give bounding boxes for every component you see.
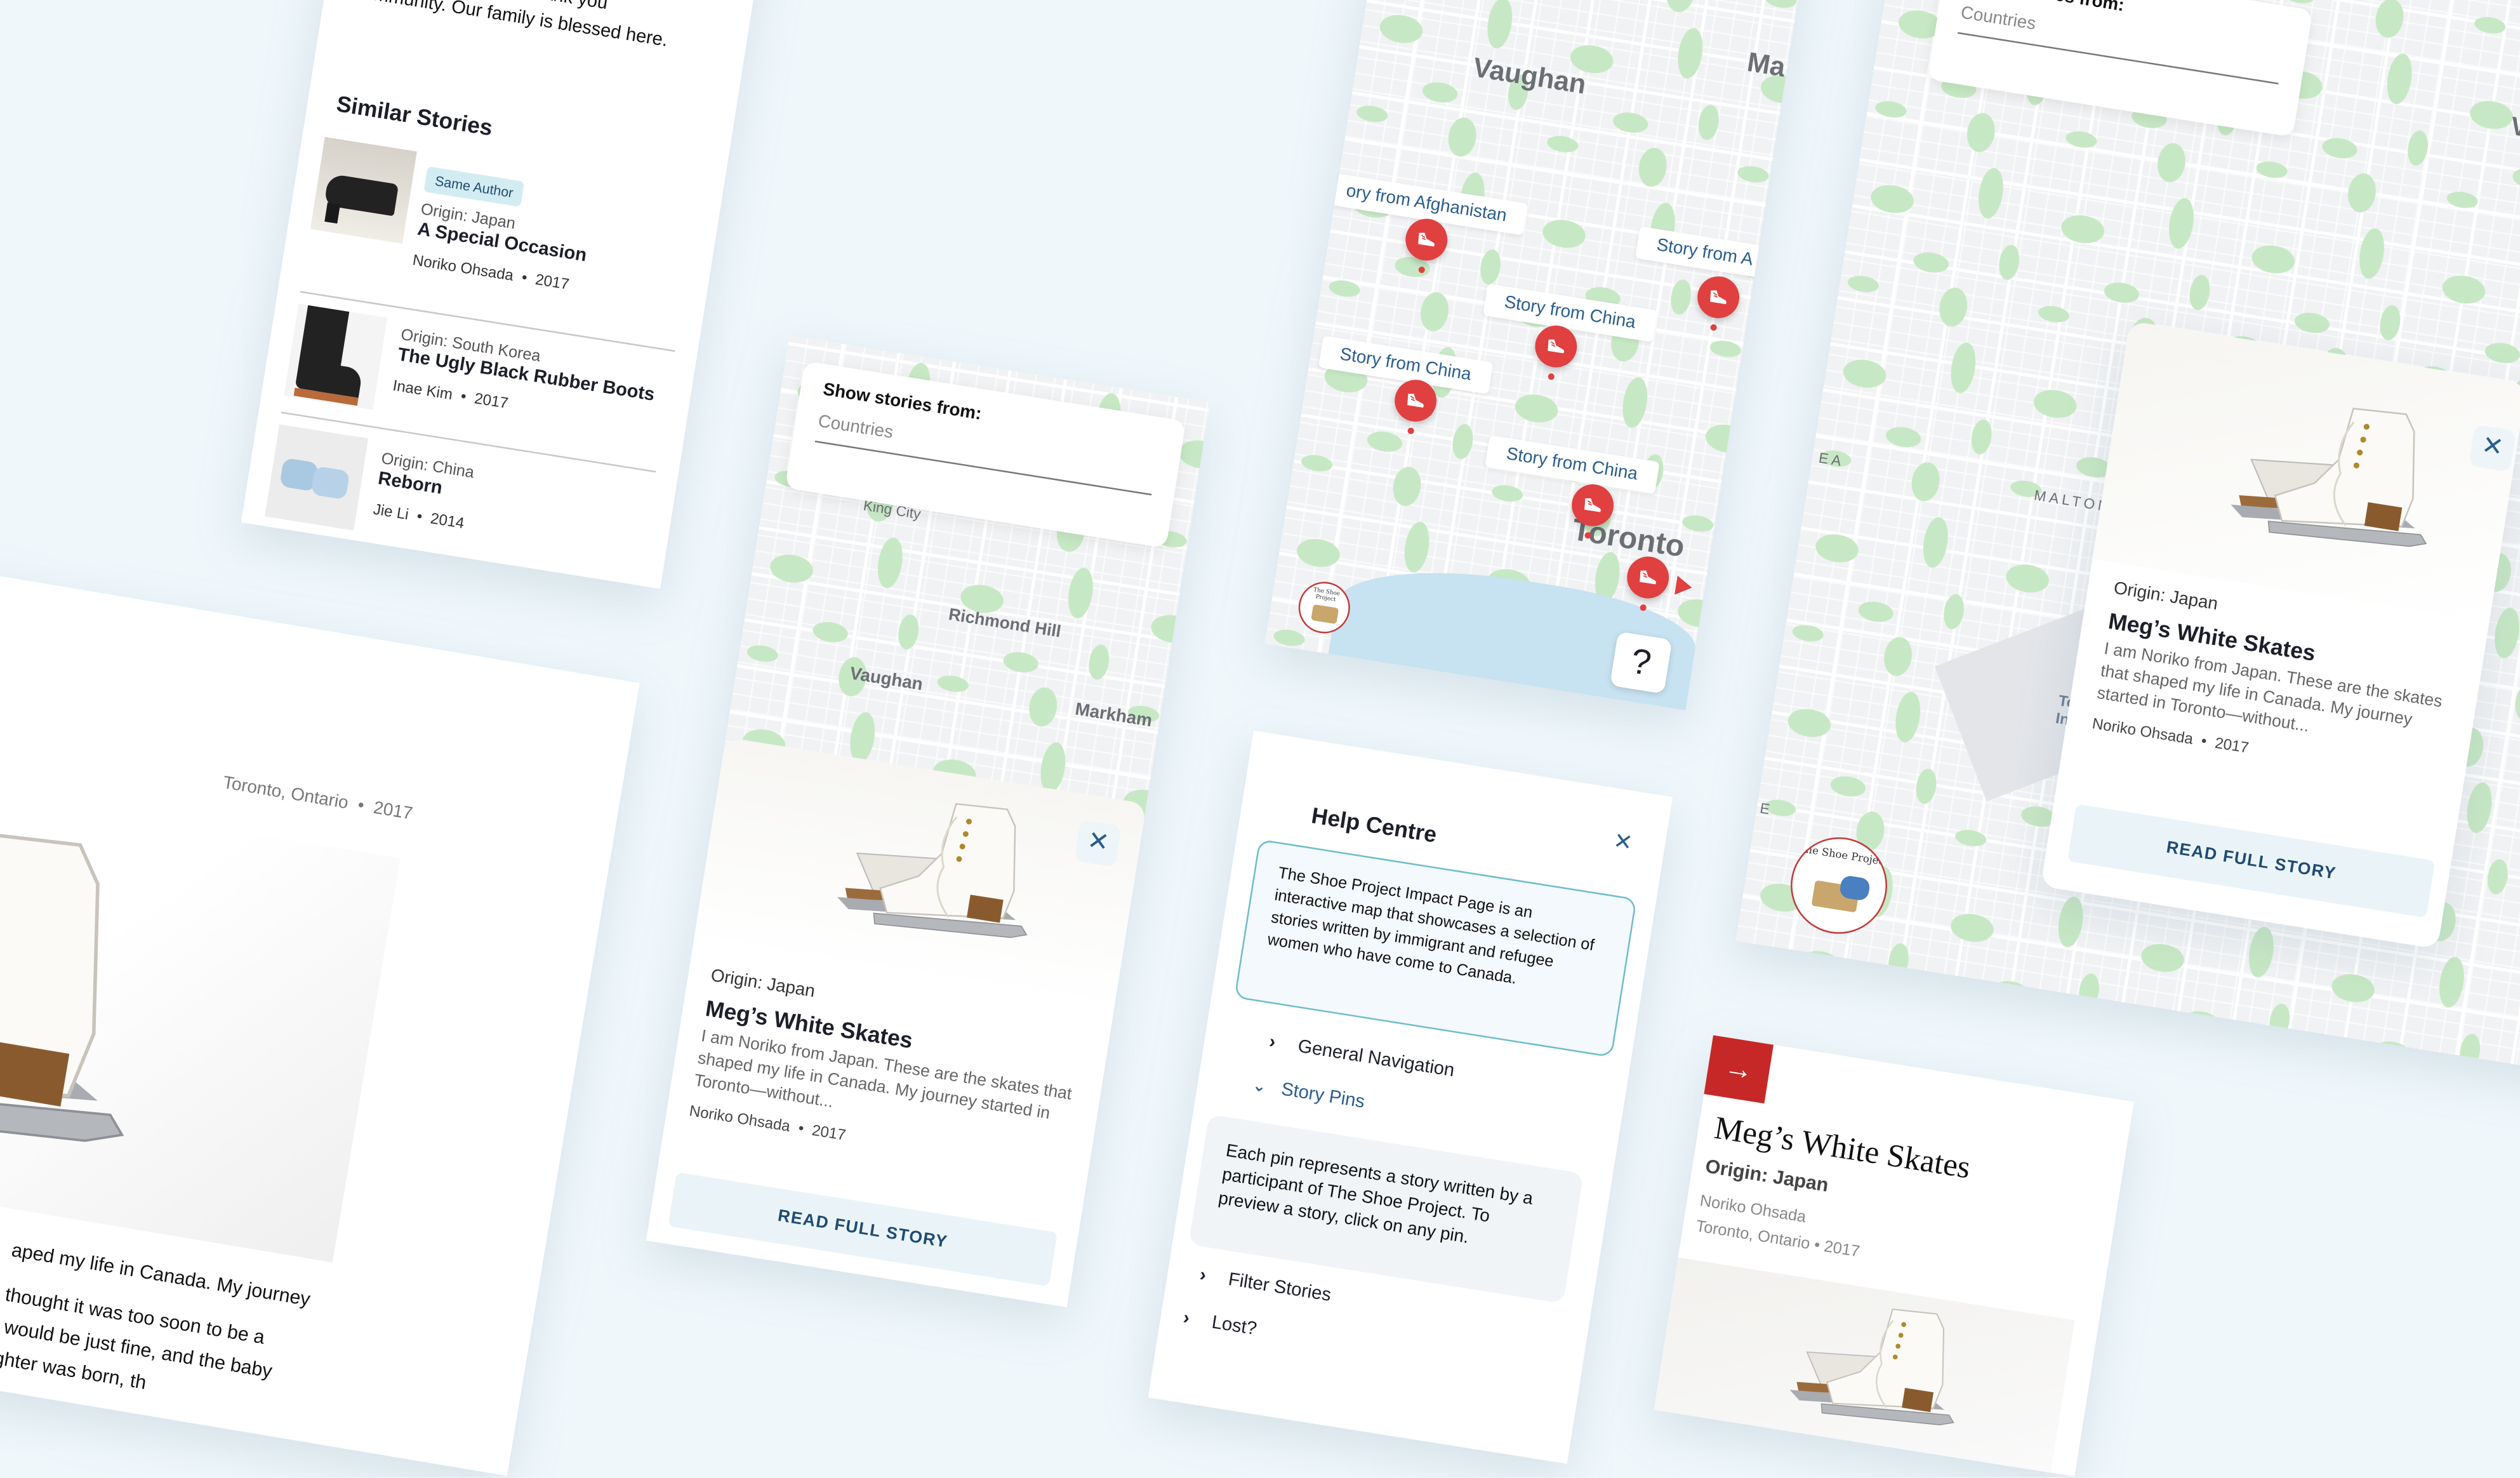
story-hero-image xyxy=(0,770,401,1263)
help-button[interactable]: ? xyxy=(1609,631,1673,694)
map-label-v: V xyxy=(2508,113,2520,143)
accordion-general-navigation[interactable]: › General Navigation xyxy=(1268,1033,1456,1081)
story-pin[interactable] xyxy=(1532,323,1580,371)
accordion-story-pins[interactable]: ⌄ Story Pins xyxy=(1251,1075,1366,1112)
chevron-down-icon: ⌄ xyxy=(1251,1077,1268,1097)
map-label-markham: Markham xyxy=(1073,700,1154,731)
story-page-large: Toronto, Ontario • 2017 aped my life in … xyxy=(0,556,640,1476)
shoe-icon xyxy=(1543,333,1569,359)
same-author-badge: Same Author xyxy=(423,166,525,208)
story-detail-screen: → Meg’s White Skates Origin: Japan Norik… xyxy=(1654,1035,2134,1477)
accordion-lost[interactable]: › Lost? xyxy=(1182,1309,1258,1340)
accordion-label: General Navigation xyxy=(1296,1037,1456,1081)
map-story-preview-screen: King City Richmond Hill Vaughan Markham … xyxy=(646,335,1210,1307)
story-pin[interactable] xyxy=(1694,273,1742,321)
skate-image xyxy=(0,771,239,1228)
map-label-markham: Ma xyxy=(1745,46,1787,83)
pin-label[interactable]: Story from China xyxy=(1485,435,1659,494)
read-full-story-button[interactable]: READ FULL STORY xyxy=(668,1172,1058,1287)
help-centre-title: Help Centre xyxy=(1310,802,1439,848)
shoe-icon xyxy=(1635,564,1661,590)
help-centre-panel: Help Centre ✕ The Shoe Project Impact Pa… xyxy=(1148,730,1673,1464)
story-location: Toronto, Ontario • 2017 xyxy=(1694,1218,1861,1262)
story-pin[interactable] xyxy=(1402,215,1450,264)
similar-stories-heading: Similar Stories xyxy=(335,90,494,141)
close-help-button[interactable]: ✕ xyxy=(1612,827,1635,857)
shoe-icon xyxy=(1403,388,1429,414)
black-rubber-boots-image xyxy=(284,303,388,410)
pin-pointer-icon xyxy=(1674,575,1694,597)
close-preview-button[interactable]: ✕ xyxy=(1074,819,1122,868)
story-body-text: And, thank you community. Our family is … xyxy=(352,0,742,67)
close-preview-button[interactable]: ✕ xyxy=(2468,424,2517,472)
chevron-right-icon: › xyxy=(1198,1265,1208,1286)
logo-text: The Shoe Project xyxy=(1798,842,1890,869)
map-label-vaughan: Vaughan xyxy=(1471,52,1589,100)
logo-text: The Shoe Project xyxy=(1313,586,1341,603)
mockup-canvas: Toronto, Ontario • 2017 aped my life in … xyxy=(0,0,2520,1477)
accordion-filter-stories[interactable]: › Filter Stories xyxy=(1198,1266,1332,1306)
story-preview-panel: ✕ Origin: Japan Meg’s White Skates I am … xyxy=(646,737,1147,1307)
similar-story-item[interactable]: Same Author Origin: Japan A Special Occa… xyxy=(302,136,706,340)
skate-image xyxy=(1654,1257,2075,1473)
shoe-project-logo[interactable]: The Shoe Project xyxy=(1784,830,1894,941)
black-wedge-shoes-image xyxy=(310,136,417,244)
chevron-right-icon: › xyxy=(1268,1032,1277,1053)
similar-stories-card: And, thank you community. Our family is … xyxy=(241,0,766,589)
shoe-icon xyxy=(1706,284,1732,310)
blue-baby-booties-image xyxy=(265,424,369,531)
next-arrow-button[interactable]: → xyxy=(1704,1035,1774,1104)
shoe-icon xyxy=(1580,493,1606,519)
map-label-ea: EA xyxy=(1817,449,1846,470)
shoe-icon xyxy=(1414,227,1440,253)
map-label-richmond-hill: Richmond Hill xyxy=(947,605,1063,642)
story-meta: Jie Li • 2014 xyxy=(371,501,466,533)
map-label-e: E xyxy=(1758,800,1771,818)
accordion-label: Filter Stories xyxy=(1226,1270,1332,1306)
accordion-label: Lost? xyxy=(1210,1313,1258,1340)
pin-label[interactable]: Story from A xyxy=(1635,226,1775,279)
story-pin-map-screen[interactable]: Vaughan Ma Toronto ory from Afghanistan … xyxy=(1264,0,1820,710)
map-label-vaughan: Vaughan xyxy=(848,664,924,695)
chevron-right-icon: › xyxy=(1181,1308,1191,1329)
accordion-label: Story Pins xyxy=(1280,1080,1367,1113)
country-filter: Show stories from: Countries xyxy=(1927,0,2313,138)
story-meta: Toronto, Ontario • 2017 xyxy=(221,773,414,825)
help-intro-box: The Shoe Project Impact Page is an inter… xyxy=(1234,839,1637,1058)
